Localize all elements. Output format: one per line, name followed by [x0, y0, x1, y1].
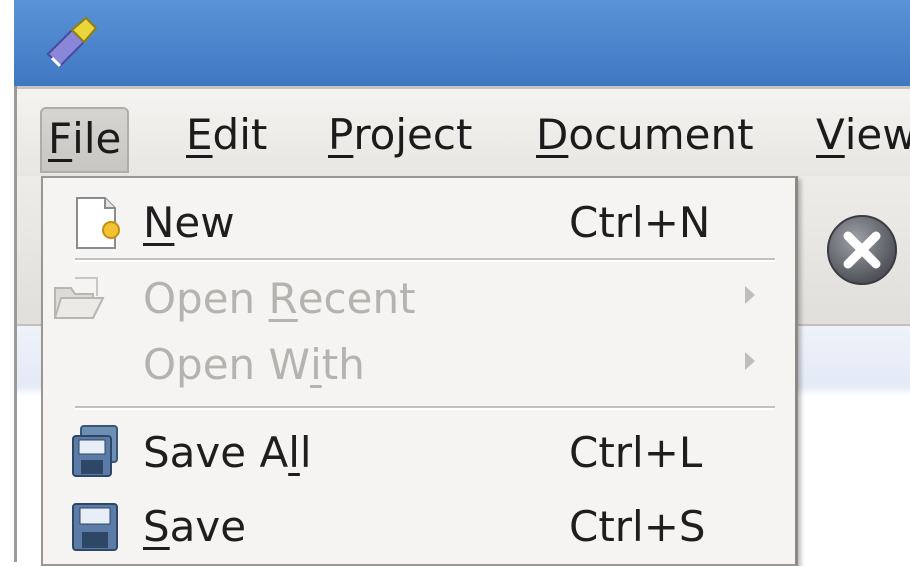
menu-item-save-all-label: Save All — [143, 424, 312, 482]
menu-file-mnemonic: F — [48, 114, 73, 163]
menu-item-save-mnemonic: S — [143, 502, 170, 551]
window-left-border — [14, 86, 17, 562]
menu-item-new-label: New — [143, 194, 235, 252]
menu-item-save-all-pre: Save A — [143, 428, 289, 477]
menu-item-save-all-mnemonic: l — [288, 428, 300, 477]
menu-item-new-post: ew — [174, 198, 235, 247]
menu-item-open-with-pre: Open W — [143, 340, 311, 389]
save-all-icon — [72, 425, 118, 477]
menu-item-open-with-label: Open With — [143, 336, 365, 394]
menu-item-open-recent-label: Open Recent — [143, 270, 416, 328]
menu-item-new-mnemonic: N — [143, 198, 175, 247]
menu-document-mnemonic: D — [536, 110, 569, 159]
menu-edit[interactable]: Edit — [180, 105, 273, 165]
menu-item-new[interactable]: New Ctrl+N — [43, 186, 795, 260]
menu-project[interactable]: Project — [322, 105, 478, 165]
menu-project-label: roject — [353, 110, 473, 159]
window-titlebar — [14, 0, 910, 86]
menu-file-label: ile — [72, 114, 122, 163]
menu-item-open-with-post: th — [321, 340, 365, 389]
menu-item-save[interactable]: Save Ctrl+S — [43, 490, 795, 564]
menu-item-open-with[interactable]: Open With — [43, 328, 795, 402]
menu-view[interactable]: View — [810, 105, 910, 165]
menu-item-open-recent-mnemonic: R — [268, 274, 298, 323]
file-menu-dropdown: New Ctrl+N Open Recent Open With Save Al… — [41, 176, 798, 566]
menu-document[interactable]: Document — [530, 105, 760, 165]
submenu-arrow-icon — [745, 352, 755, 370]
menu-project-mnemonic: P — [328, 110, 354, 159]
menu-item-save-shortcut: Ctrl+S — [569, 502, 706, 551]
menu-item-open-recent[interactable]: Open Recent — [43, 262, 795, 336]
menu-file[interactable]: File — [40, 107, 130, 173]
menu-view-mnemonic: V — [816, 110, 845, 159]
menu-item-save-all[interactable]: Save All Ctrl+L — [43, 416, 795, 490]
menu-edit-label: dit — [212, 110, 268, 159]
menu-item-save-label: Save — [143, 498, 246, 556]
open-folder-icon — [53, 277, 105, 319]
menu-item-save-post: ave — [169, 502, 247, 551]
menu-item-open-recent-post: ecent — [297, 274, 416, 323]
menu-document-label: ocument — [568, 110, 754, 159]
new-document-icon — [76, 197, 120, 249]
menu-item-new-shortcut: Ctrl+N — [569, 198, 711, 247]
menu-item-save-all-post: l — [299, 428, 312, 477]
menu-item-save-all-shortcut: Ctrl+L — [569, 428, 703, 477]
menu-view-label: iew — [844, 110, 910, 159]
menu-item-open-recent-pre: Open — [143, 274, 269, 323]
submenu-arrow-icon — [745, 286, 755, 304]
close-document-icon[interactable] — [824, 212, 900, 288]
app-icon — [46, 16, 98, 68]
save-icon — [72, 503, 118, 551]
menu-item-open-with-mnemonic: i — [310, 340, 322, 389]
menu-edit-mnemonic: E — [186, 110, 213, 159]
menu-separator — [75, 406, 775, 410]
menubar: File Edit Project Document View — [14, 86, 910, 179]
